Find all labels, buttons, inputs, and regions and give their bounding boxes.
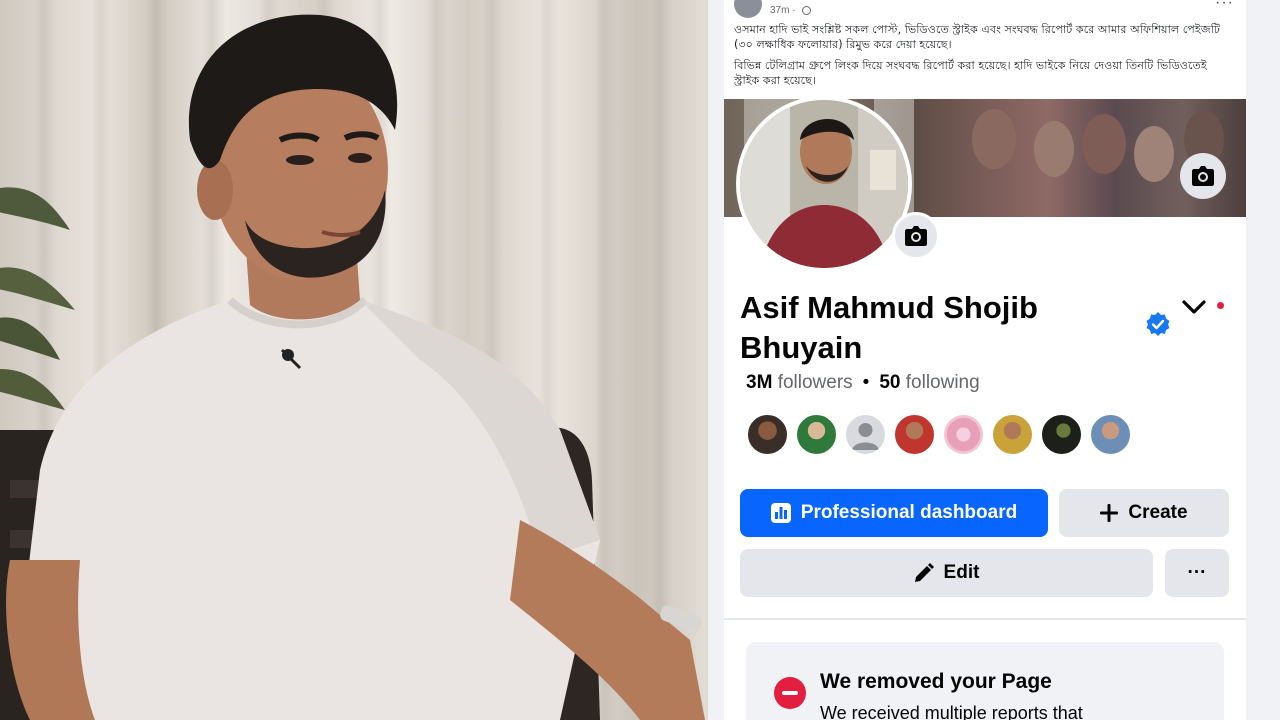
poster-avatar[interactable] [734, 0, 762, 18]
follow-stats: 3M followers • 50 following [746, 372, 980, 394]
pencil-icon [914, 563, 934, 583]
friend-avatar[interactable] [1089, 413, 1132, 456]
post-timestamp[interactable]: 37m · [770, 5, 796, 16]
friend-avatar[interactable] [1040, 413, 1083, 456]
edit-cover-camera-button[interactable] [1180, 153, 1226, 199]
post-paragraph: ওসমান হাদি ভাই সংশ্লিষ্ট সকল পোস্ট, ভিডি… [734, 23, 1221, 51]
verified-badge-icon [1146, 312, 1170, 336]
create-label: Create [1128, 502, 1188, 523]
profile-name: Asif Mahmud Shojib Bhuyain [740, 290, 1038, 365]
section-divider [724, 618, 1246, 620]
post-header: 37m · ··· [734, 0, 1234, 20]
edit-profile-picture-camera-button[interactable] [892, 212, 940, 260]
post-options-icon[interactable]: ··· [1215, 0, 1234, 12]
post-paragraph: বিভিন্ন টেলিগ্রাম গ্রুপে লিংক দিয়ে সংঘব… [734, 59, 1207, 87]
professional-dashboard-label: Professional dashboard [800, 502, 1018, 523]
camera-icon [905, 226, 927, 246]
more-options-icon: ··· [1187, 562, 1207, 583]
create-button[interactable]: Create [1059, 489, 1229, 537]
followers-count: 3M [746, 372, 773, 393]
friend-avatar[interactable] [942, 413, 985, 456]
profile-picture-area [736, 96, 952, 272]
plus-icon [1100, 504, 1119, 522]
edit-label: Edit [943, 562, 980, 583]
notification-dot [1217, 302, 1224, 309]
no-entry-icon [774, 677, 806, 709]
following-count: 50 [879, 372, 901, 393]
friend-avatar[interactable] [991, 413, 1034, 456]
globe-icon [802, 6, 811, 15]
friend-avatar[interactable] [893, 413, 936, 456]
man-portrait [6, 14, 705, 720]
post-caption: ওসমান হাদি ভাই সংশ্লিষ্ট সকল পোস্ট, ভিডি… [734, 22, 1234, 94]
following-link[interactable]: 50 following [879, 372, 979, 393]
facebook-post-card: 37m · ··· ওসমান হাদি ভাই সংশ্লিষ্ট সকল প… [724, 0, 1246, 720]
following-label: following [905, 372, 980, 393]
default-person-icon[interactable] [844, 413, 887, 456]
profile-picture-image [740, 100, 908, 268]
friend-avatar[interactable] [746, 413, 789, 456]
camera-icon [1192, 166, 1214, 186]
notice-title: We removed your Page [820, 670, 1052, 693]
professional-dashboard-button[interactable]: Professional dashboard [740, 489, 1048, 537]
followers-label: followers [777, 372, 853, 393]
facebook-screenshot: 37m · ··· ওসমান হাদি ভাই সংশ্লিষ্ট সকল প… [708, 0, 1280, 720]
notice-body: We received multiple reports that [820, 703, 1083, 720]
profile-picture[interactable] [736, 96, 912, 272]
chevron-down-icon[interactable] [1182, 298, 1206, 316]
friend-avatar[interactable] [795, 413, 838, 456]
page-removed-notice: We removed your Page We received multipl… [746, 642, 1224, 720]
dashboard-chart-icon [770, 503, 791, 523]
stats-separator: • [862, 372, 870, 393]
more-options-button[interactable]: ··· [1165, 549, 1229, 597]
video-still [0, 0, 708, 720]
mutual-friends-avatars [746, 413, 1132, 456]
edit-button[interactable]: Edit [740, 549, 1153, 597]
followers-link[interactable]: 3M followers [746, 372, 853, 393]
